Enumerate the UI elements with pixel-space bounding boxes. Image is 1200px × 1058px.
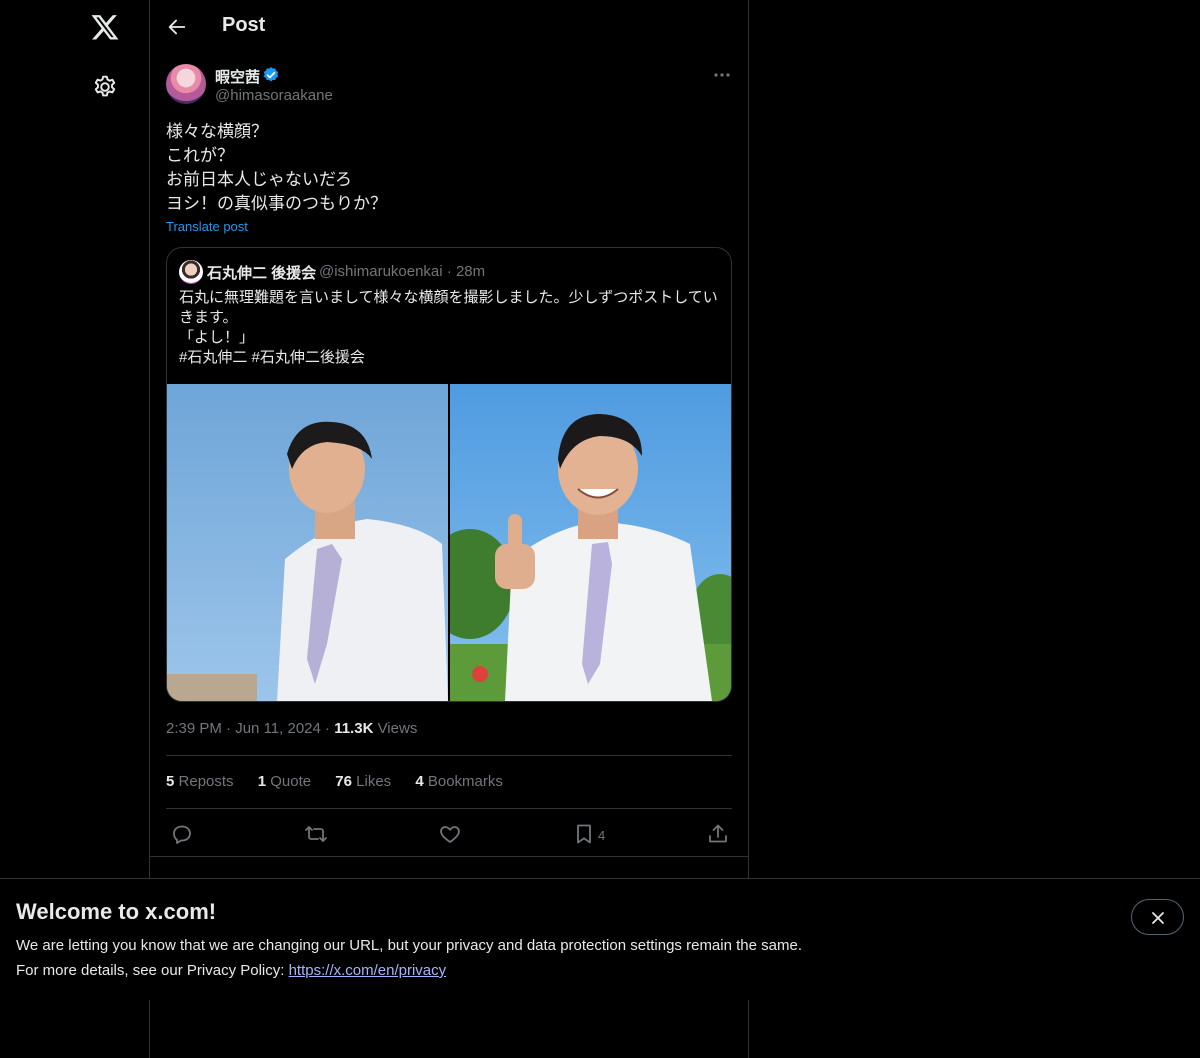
quote-photo-left[interactable] (167, 384, 448, 701)
quotes-stat[interactable]: 1 Quote (258, 773, 311, 790)
post-time[interactable]: 2:39 PM (166, 720, 222, 737)
share-icon[interactable] (706, 822, 730, 846)
top-bar: Post (150, 0, 748, 54)
bookmarks-stat[interactable]: 4 Bookmarks (415, 773, 503, 790)
engagement-stats: 5 Reposts 1 Quote 76 Likes 4 Bookmarks (166, 773, 523, 790)
reposts-count: 5 (166, 773, 175, 790)
reposts-stat[interactable]: 5 Reposts (166, 773, 234, 790)
reposts-label: Reposts (178, 773, 234, 790)
quote-avatar[interactable] (179, 260, 203, 284)
quote-line: きます。 (179, 309, 238, 326)
post-line: 様々な横顔？ (166, 122, 268, 141)
quote-line: 「よし！」 (179, 329, 255, 346)
like-icon[interactable] (438, 822, 462, 846)
back-arrow-icon[interactable] (166, 16, 188, 38)
post-date[interactable]: Jun 11, 2024 (235, 720, 321, 737)
post-meta: 2:39 PM · Jun 11, 2024 · 11.3K Views (166, 720, 417, 737)
quote-line: #石丸伸二 #石丸伸二後援会 (179, 349, 365, 366)
x-logo-icon[interactable] (90, 12, 120, 42)
gear-icon[interactable] (92, 74, 118, 100)
views-label: Views (377, 720, 418, 737)
page-title: Post (222, 14, 266, 36)
quote-age: 28m (455, 263, 486, 280)
divider (166, 755, 732, 756)
divider (166, 808, 732, 809)
bookmark-count: 4 (598, 828, 606, 843)
close-icon (1152, 912, 1164, 924)
quotes-label: Quote (270, 773, 312, 790)
post-text: 様々な横顔？ これが？ お前日本人じゃないだろ ヨシ！の真似事のつもりか？ (166, 120, 732, 216)
translate-post-link[interactable]: Translate post (166, 219, 248, 234)
banner-details-text: For more details, see our Privacy Policy… (16, 962, 289, 979)
likes-label: Likes (356, 773, 392, 790)
bookmark-icon[interactable] (572, 822, 596, 846)
banner-details: For more details, see our Privacy Policy… (16, 962, 446, 979)
views-count: 11.3K (334, 720, 374, 737)
bookmarks-label: Bookmarks (427, 773, 503, 790)
separator-dot: · (226, 720, 236, 737)
quote-text: 石丸に無理難題を言いまして様々な横顔を撮影しました。少しずつポストしてい きます… (179, 288, 724, 368)
quote-author-meta: @ishimarukoenkai · 28m (319, 263, 485, 280)
author-handle[interactable]: @himasoraakane (215, 87, 333, 104)
bookmarks-count: 4 (415, 773, 424, 790)
avatar[interactable] (166, 64, 206, 104)
quoted-post[interactable]: 石丸伸二 後援会 @ishimarukoenkai · 28m 石丸に無理難題を… (166, 247, 732, 702)
likes-count: 76 (335, 773, 352, 790)
post-line: ヨシ！の真似事のつもりか？ (166, 194, 387, 213)
divider (150, 856, 748, 857)
quote-author-handle[interactable]: @ishimarukoenkai (319, 263, 443, 280)
likes-stat[interactable]: 76 Likes (335, 773, 391, 790)
close-banner-button[interactable] (1131, 899, 1184, 935)
quotes-count: 1 (257, 773, 267, 790)
post-line: これが？ (166, 146, 234, 165)
repost-icon[interactable] (304, 822, 328, 846)
author-name[interactable]: 暇空茜 (215, 66, 260, 87)
quote-photo-right[interactable] (450, 384, 731, 701)
separator-dot: · (446, 263, 456, 280)
separator-dot: · (325, 720, 335, 737)
banner-title: Welcome to x.com! (16, 899, 217, 924)
verified-badge-icon (263, 67, 279, 82)
more-options-icon[interactable] (712, 66, 732, 84)
quote-author-name[interactable]: 石丸伸二 後援会 (207, 262, 316, 283)
privacy-policy-link[interactable]: https://x.com/en/privacy (289, 962, 447, 979)
post-line: お前日本人じゃないだろ (166, 170, 352, 189)
reply-icon[interactable] (170, 822, 194, 846)
welcome-banner: Welcome to x.com! We are letting you kno… (0, 878, 1200, 1000)
quote-line: 石丸に無理難題を言いまして様々な横顔を撮影しました。少しずつポストしてい (179, 289, 718, 306)
banner-message: We are letting you know that we are chan… (16, 937, 802, 954)
action-bar: 4 (150, 818, 748, 856)
